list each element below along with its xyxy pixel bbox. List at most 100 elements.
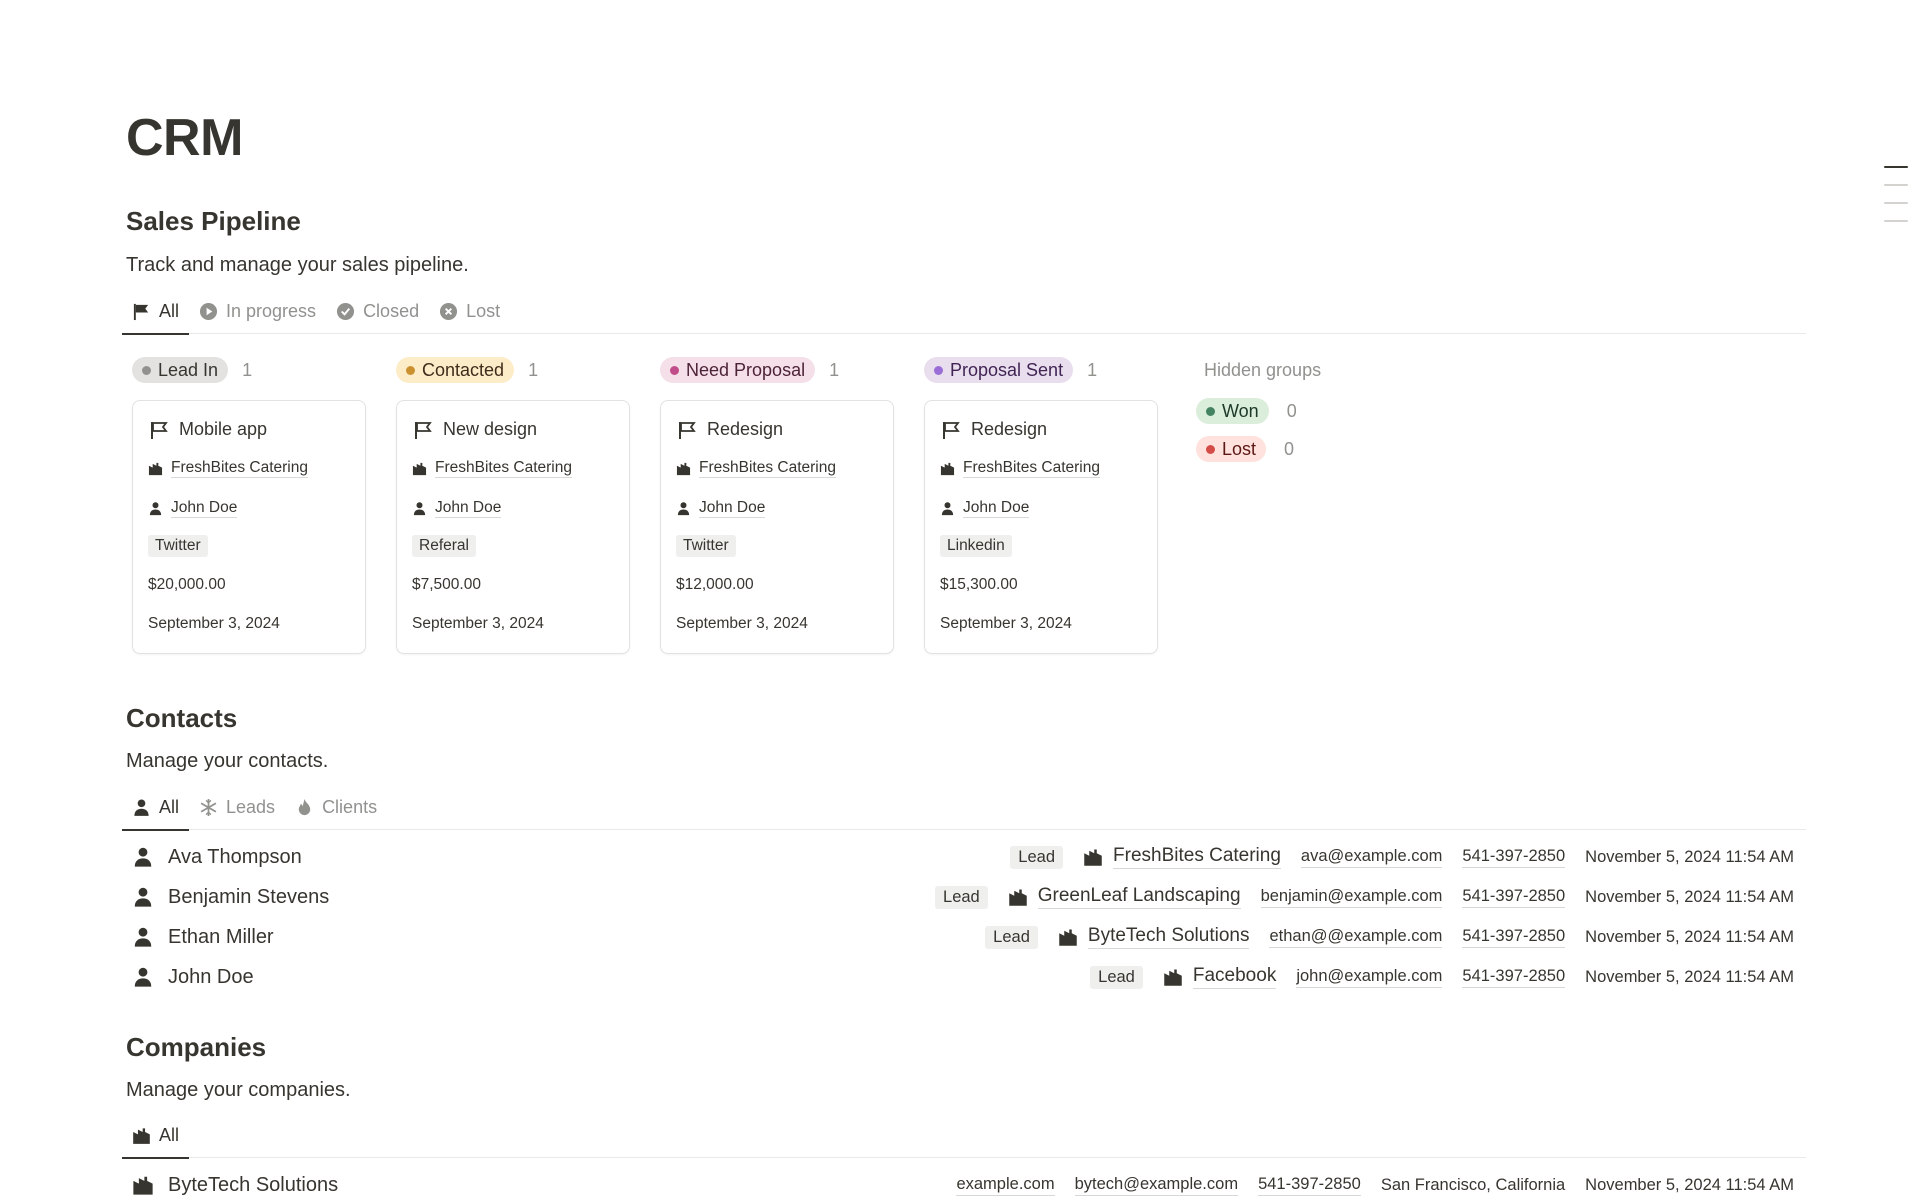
- flag-icon: [415, 421, 432, 439]
- building-icon: [1059, 929, 1077, 946]
- contact-phone[interactable]: 541-397-2850: [1462, 887, 1566, 908]
- contact-name: Ethan Miller: [168, 925, 274, 948]
- company-name: ByteTech Solutions: [168, 1173, 339, 1196]
- building-icon: [412, 462, 427, 476]
- deal-value: $20,000.00: [148, 576, 226, 593]
- deal-date: September 3, 2024: [412, 615, 544, 632]
- deal-card[interactable]: Redesign FreshBites Catering John Doe Li…: [924, 400, 1158, 654]
- status-pill: Won: [1196, 398, 1269, 424]
- deal-title: Redesign: [707, 419, 784, 439]
- tab-contacts-all[interactable]: All: [122, 786, 190, 831]
- status-pill[interactable]: Lead In: [132, 357, 229, 383]
- tab-label: Closed: [363, 301, 420, 321]
- company-email[interactable]: bytech@example.com: [1074, 1175, 1239, 1196]
- person-icon: [134, 847, 152, 867]
- tab-contacts-leads[interactable]: Leads: [189, 786, 285, 830]
- company-website[interactable]: example.com: [956, 1175, 1055, 1196]
- contact-row[interactable]: Benjamin Stevens Lead GreenLeaf Landscap…: [126, 877, 1806, 917]
- deal-date: September 3, 2024: [676, 615, 808, 632]
- tab-pipeline-closed[interactable]: Closed: [326, 290, 429, 334]
- status-dot: [934, 365, 943, 375]
- contact-row[interactable]: Ava Thompson Lead FreshBites Catering av…: [126, 837, 1806, 877]
- contact-row[interactable]: John Doe Lead Facebook john@example.com …: [126, 957, 1806, 997]
- toc-line-extra[interactable]: [1884, 220, 1908, 222]
- deal-company[interactable]: FreshBites Catering: [435, 459, 572, 478]
- status-pill[interactable]: Contacted: [396, 357, 515, 383]
- table-of-contents[interactable]: [1884, 166, 1908, 238]
- contact-name: Ava Thompson: [168, 845, 302, 868]
- company-phone[interactable]: 541-397-2850: [1258, 1175, 1361, 1196]
- toc-line-pipeline[interactable]: [1884, 166, 1908, 168]
- contact-company[interactable]: ByteTech Solutions: [1058, 925, 1250, 949]
- person-icon: [149, 502, 162, 516]
- flame-icon: [298, 798, 311, 816]
- hidden-groups: Hidden groups Won 0 Lost 0: [1196, 356, 1321, 462]
- contact-company[interactable]: FreshBites Catering: [1083, 845, 1281, 869]
- deal-date: September 3, 2024: [940, 615, 1072, 632]
- contact-created: November 5, 2024 11:54 AM: [1585, 967, 1794, 986]
- deal-contact[interactable]: John Doe: [171, 499, 238, 518]
- status-dot: [406, 365, 415, 375]
- contact-phone[interactable]: 541-397-2850: [1462, 967, 1566, 988]
- deal-company[interactable]: FreshBites Catering: [699, 459, 836, 478]
- deal-contact[interactable]: John Doe: [435, 499, 502, 518]
- group-count: 0: [1286, 400, 1297, 421]
- building-icon: [1084, 849, 1102, 866]
- contact-type-tag: Lead: [985, 925, 1038, 949]
- deal-card[interactable]: Mobile app FreshBites Catering John Doe …: [132, 400, 366, 654]
- deal-contact[interactable]: John Doe: [699, 499, 766, 518]
- tab-companies-all[interactable]: All: [122, 1114, 190, 1159]
- tab-contacts-clients[interactable]: Clients: [285, 786, 387, 830]
- hidden-group-won[interactable]: Won 0: [1196, 398, 1321, 424]
- tab-pipeline-all[interactable]: All: [122, 290, 190, 335]
- group-count: 0: [1284, 438, 1295, 459]
- contact-email[interactable]: ava@example.com: [1300, 847, 1443, 868]
- deal-company[interactable]: FreshBites Catering: [171, 459, 308, 478]
- companies-section-title[interactable]: Companies: [126, 1032, 266, 1063]
- company-row[interactable]: ByteTech Solutions example.com bytech@ex…: [126, 1165, 1806, 1199]
- pipeline-section-title[interactable]: Sales Pipeline: [126, 206, 301, 237]
- deal-source-tag: Linkedin: [940, 535, 1012, 557]
- contact-created: November 5, 2024 11:54 AM: [1585, 887, 1794, 906]
- contact-company[interactable]: GreenLeaf Landscaping: [1008, 885, 1241, 909]
- status-label: Contacted: [422, 359, 505, 380]
- contact-email[interactable]: john@example.com: [1296, 967, 1443, 988]
- status-pill[interactable]: Need Proposal: [660, 357, 816, 383]
- deal-company[interactable]: FreshBites Catering: [963, 459, 1100, 478]
- contact-email[interactable]: ethan@@example.com: [1269, 927, 1443, 948]
- status-label: Lead In: [158, 359, 219, 380]
- contact-phone[interactable]: 541-397-2850: [1462, 847, 1566, 868]
- board-column-proposal-sent: Proposal Sent 1 Redesign FreshBites Cate…: [918, 356, 1158, 654]
- toc-line-contacts[interactable]: [1884, 184, 1908, 186]
- status-pill[interactable]: Proposal Sent: [924, 357, 1074, 383]
- contact-email[interactable]: benjamin@example.com: [1260, 887, 1443, 908]
- deal-card[interactable]: Redesign FreshBites Catering John Doe Tw…: [660, 400, 894, 654]
- contact-row[interactable]: Ethan Miller Lead ByteTech Solutions eth…: [126, 917, 1806, 957]
- person-icon: [677, 502, 690, 516]
- tab-pipeline-in-progress[interactable]: In progress: [189, 290, 326, 334]
- deal-source-tag: Twitter: [148, 535, 208, 557]
- deal-contact[interactable]: John Doe: [963, 499, 1030, 518]
- deal-value: $7,500.00: [412, 576, 481, 593]
- building-icon: [148, 462, 163, 476]
- page-title: CRM: [126, 109, 243, 167]
- toc-line-companies[interactable]: [1884, 202, 1908, 204]
- contact-type-tag: Lead: [1010, 845, 1064, 869]
- hidden-group-lost[interactable]: Lost 0: [1196, 436, 1321, 462]
- deal-source-tag: Twitter: [676, 535, 736, 557]
- contact-company[interactable]: Facebook: [1163, 965, 1277, 989]
- person-icon: [941, 502, 954, 516]
- contacts-section-title[interactable]: Contacts: [126, 703, 237, 734]
- board-column-lead-in: Lead In 1 Mobile app FreshBites Catering…: [126, 356, 366, 654]
- contact-name: Benjamin Stevens: [168, 885, 330, 908]
- tab-label: Clients: [322, 797, 378, 817]
- tab-label: Leads: [226, 797, 276, 817]
- contact-phone[interactable]: 541-397-2850: [1462, 927, 1566, 948]
- tab-pipeline-lost[interactable]: Lost: [429, 290, 510, 334]
- contact-created: November 5, 2024 11:54 AM: [1585, 847, 1794, 866]
- companies-view-tabs: All: [122, 1114, 1806, 1159]
- deal-card[interactable]: New design FreshBites Catering John Doe …: [396, 400, 630, 654]
- status-dot: [1206, 406, 1215, 416]
- building-icon: [676, 462, 691, 476]
- tab-label: All: [159, 1125, 180, 1145]
